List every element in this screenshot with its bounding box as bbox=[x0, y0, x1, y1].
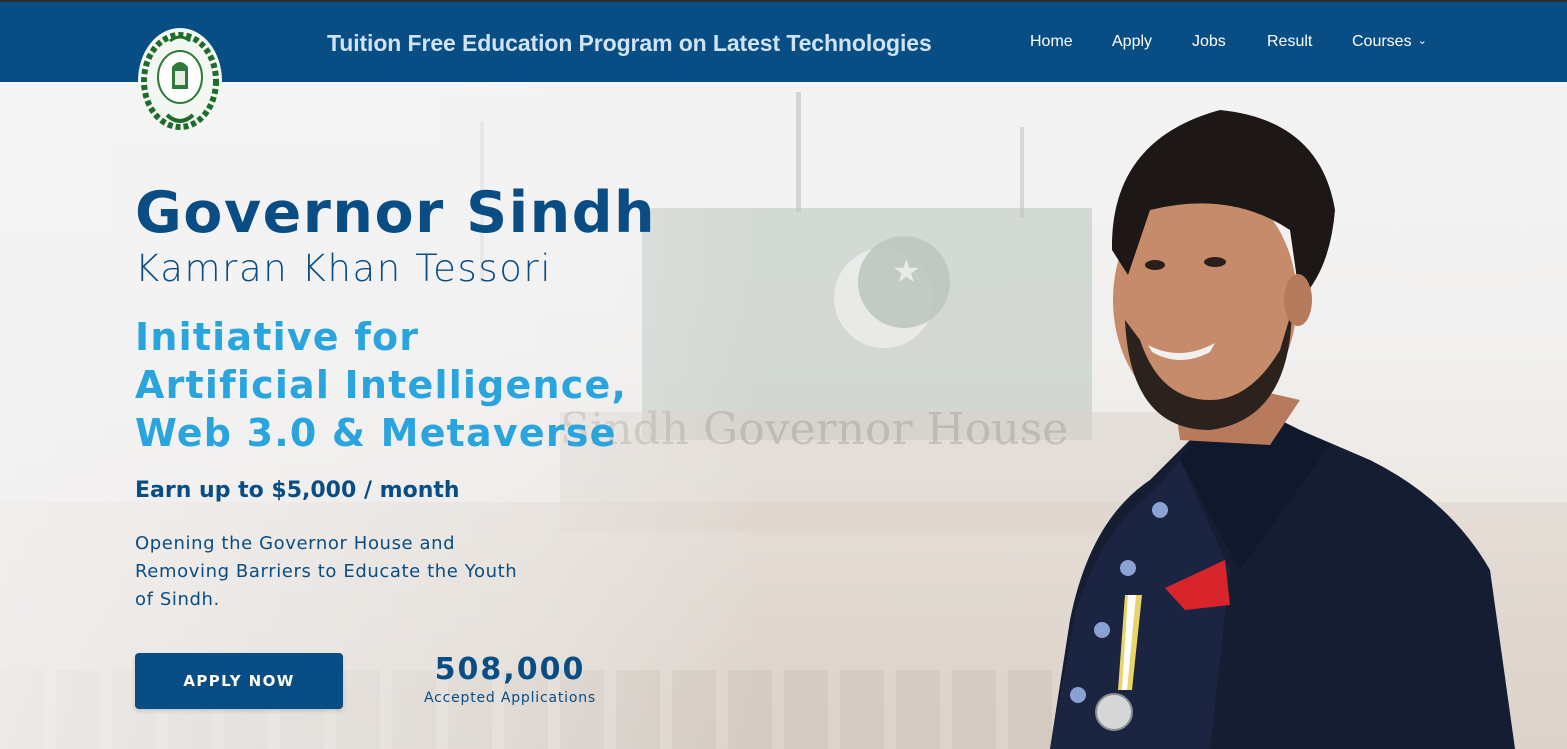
initiative-line: Initiative for bbox=[135, 315, 420, 359]
initiative-line: Web 3.0 & Metaverse bbox=[135, 411, 617, 455]
site-header: Tuition Free Education Program on Latest… bbox=[0, 2, 1567, 82]
accepted-applications-label: Accepted Applications bbox=[424, 690, 596, 706]
governor-sindh-emblem-icon[interactable] bbox=[137, 27, 223, 135]
hero-subtitle: Kamran Khan Tessori bbox=[135, 247, 553, 290]
star-icon: ★ bbox=[892, 252, 921, 290]
initiative-line: Artificial Intelligence, bbox=[135, 363, 628, 407]
nav-home[interactable]: Home bbox=[1030, 33, 1073, 51]
nav-jobs[interactable]: Jobs bbox=[1192, 33, 1226, 51]
governor-portrait bbox=[1050, 110, 1515, 749]
hero-title: Governor Sindh bbox=[135, 180, 657, 246]
nav-courses-label: Courses bbox=[1352, 33, 1412, 50]
nav-apply[interactable]: Apply bbox=[1112, 33, 1152, 51]
nav-courses[interactable]: Courses ⌄ bbox=[1352, 33, 1427, 51]
background-pole bbox=[1020, 127, 1024, 217]
chevron-down-icon: ⌄ bbox=[1417, 35, 1427, 47]
hero-description: Opening the Governor House and Removing … bbox=[135, 533, 518, 610]
nav-result[interactable]: Result bbox=[1267, 33, 1312, 51]
apply-now-button[interactable]: APPLY NOW bbox=[135, 653, 343, 709]
initiative-heading: Initiative for Artificial Intelligence, … bbox=[135, 313, 627, 457]
earn-text: Earn up to $5,000 / month bbox=[135, 478, 460, 503]
accepted-applications-count: 508,000 bbox=[434, 652, 586, 687]
background-flagpole bbox=[796, 92, 801, 212]
site-tagline: Tuition Free Education Program on Latest… bbox=[327, 30, 932, 56]
